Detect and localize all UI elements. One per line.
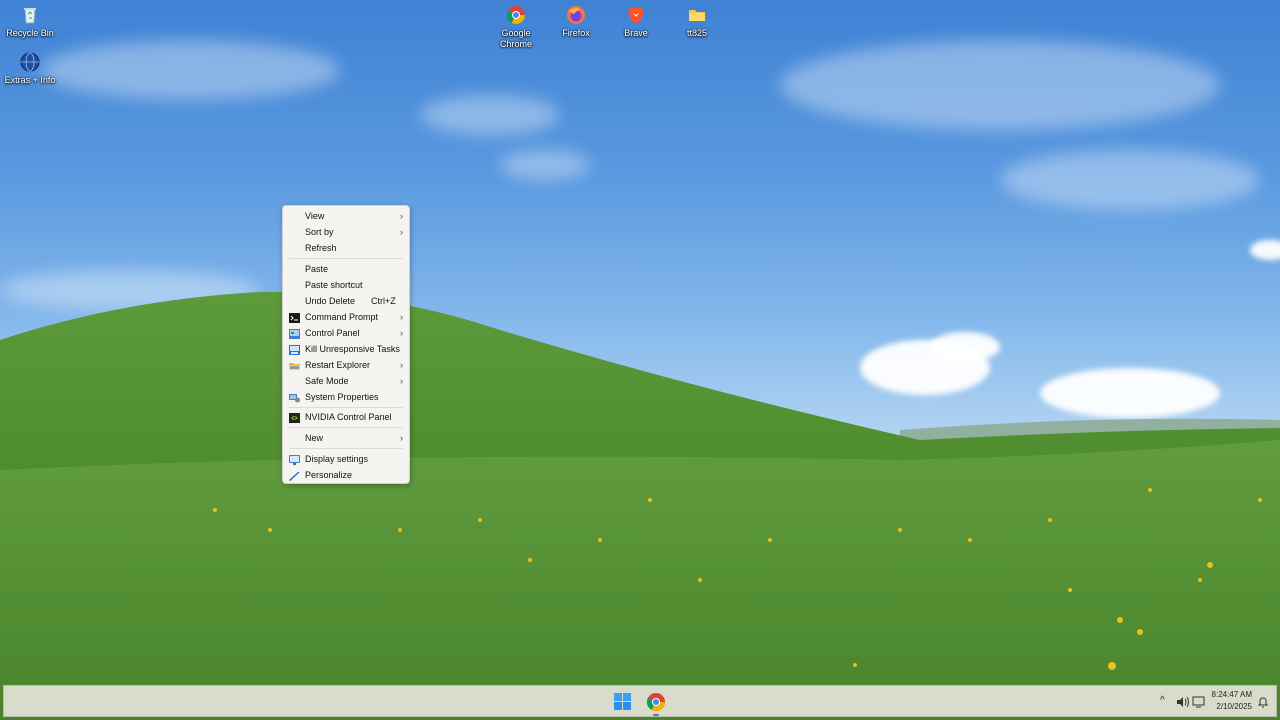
desktop-icon-extras-info[interactable]: Extras + Info xyxy=(0,52,60,86)
menu-separator xyxy=(289,407,403,408)
menu-item-nvidia-control-panel[interactable]: NVIDIA Control Panel xyxy=(283,409,409,425)
menu-item-sort-by[interactable]: Sort by › xyxy=(283,224,409,240)
desktop-icon-label: Firefox xyxy=(562,28,590,38)
desktop-icon-label: Google Chrome xyxy=(499,28,532,49)
windows-logo-icon xyxy=(614,693,631,710)
menu-item-paste-shortcut[interactable]: Paste shortcut xyxy=(283,277,409,293)
desktop-icon-label: tt825 xyxy=(686,28,708,38)
desktop-context-menu: View › Sort by › Refresh Paste Paste sho… xyxy=(282,205,410,484)
menu-item-undo-delete[interactable]: Undo Delete Ctrl+Z xyxy=(283,293,409,309)
folder-icon xyxy=(687,5,707,25)
chrome-icon xyxy=(646,693,665,712)
hills xyxy=(0,291,1280,720)
menu-item-control-panel[interactable]: Control Panel › xyxy=(283,325,409,341)
chevron-right-icon: › xyxy=(400,211,403,221)
pen-icon xyxy=(289,470,300,481)
desktop-icon-recycle-bin[interactable]: Recycle Bin xyxy=(0,5,60,39)
menu-item-personalize[interactable]: Personalize xyxy=(283,467,409,483)
chrome-icon xyxy=(506,5,526,25)
volume-icon[interactable] xyxy=(1176,695,1190,708)
start-button[interactable] xyxy=(614,693,632,711)
shortcut-label: Ctrl+Z xyxy=(371,296,396,306)
kill-tasks-icon xyxy=(289,344,300,355)
control-panel-icon xyxy=(289,328,300,339)
desktop-icon-google-chrome[interactable]: Google Chrome xyxy=(486,5,546,50)
menu-item-display-settings[interactable]: Display settings xyxy=(283,451,409,467)
taskbar: ^ 8:24:47 AM 2/10/2025 xyxy=(3,685,1277,717)
desktop-icon-tt825[interactable]: tt825 xyxy=(667,5,727,39)
clock-time[interactable]: 8:24:47 AM xyxy=(1204,690,1252,699)
menu-item-system-properties[interactable]: System Properties xyxy=(283,389,409,405)
globe-icon xyxy=(20,52,40,72)
notification-bell-icon[interactable] xyxy=(1257,695,1269,708)
menu-item-view[interactable]: View › xyxy=(283,208,409,224)
menu-separator xyxy=(289,448,403,449)
brave-icon xyxy=(626,5,646,25)
running-indicator xyxy=(653,714,659,716)
chevron-right-icon: › xyxy=(400,227,403,237)
display-icon xyxy=(289,454,300,465)
recycle-bin-icon xyxy=(20,5,40,25)
desktop-icon-brave[interactable]: Brave xyxy=(606,5,666,39)
firefox-icon xyxy=(566,5,586,25)
chevron-right-icon: › xyxy=(400,312,403,322)
chevron-right-icon: › xyxy=(400,360,403,370)
desktop-icon-firefox[interactable]: Firefox xyxy=(546,5,606,39)
desktop-icon-label: Extras + Info xyxy=(4,75,56,85)
menu-item-command-prompt[interactable]: Command Prompt › xyxy=(283,309,409,325)
chevron-right-icon: › xyxy=(400,376,403,386)
menu-item-safe-mode[interactable]: Safe Mode › xyxy=(283,373,409,389)
system-properties-icon xyxy=(289,392,300,403)
desktop-wallpaper xyxy=(0,0,1280,720)
menu-separator xyxy=(289,258,403,259)
desktop-icon-label: Recycle Bin xyxy=(6,28,54,38)
folder-icon xyxy=(289,360,300,370)
menu-item-kill-unresponsive-tasks[interactable]: Kill Unresponsive Tasks xyxy=(283,341,409,357)
desktop-icon-label: Brave xyxy=(624,28,648,38)
chevron-right-icon: › xyxy=(400,433,403,443)
taskbar-chrome-button[interactable] xyxy=(646,692,666,716)
tray-overflow-chevron[interactable]: ^ xyxy=(1160,695,1165,706)
menu-item-refresh[interactable]: Refresh xyxy=(283,240,409,256)
clock-date[interactable]: 2/10/2025 xyxy=(1204,702,1252,711)
nvidia-icon xyxy=(289,412,300,423)
command-prompt-icon xyxy=(289,312,300,323)
menu-item-paste[interactable]: Paste xyxy=(283,261,409,277)
chevron-right-icon: › xyxy=(400,328,403,338)
menu-item-new[interactable]: New › xyxy=(283,430,409,446)
menu-separator xyxy=(289,427,403,428)
menu-item-restart-explorer[interactable]: Restart Explorer › xyxy=(283,357,409,373)
